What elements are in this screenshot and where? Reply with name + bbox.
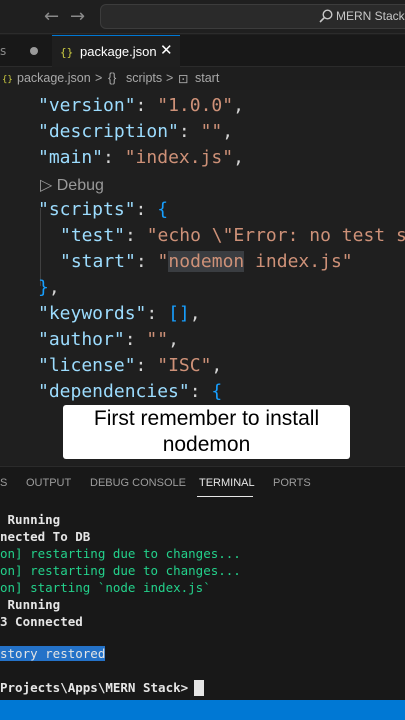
code-line-main: "main": "index.js", [38, 147, 244, 168]
bottom-panel: S OUTPUT DEBUG CONSOLE TERMINAL PORTS Ru… [0, 466, 405, 700]
history-restored-label: story restored [0, 646, 106, 661]
tab-output[interactable]: OUTPUT [26, 477, 71, 489]
json-file-icon: {} [60, 46, 73, 59]
terminal-line: on] restarting due to changes... [0, 563, 241, 578]
tab-debug-console[interactable]: DEBUG CONSOLE [90, 477, 186, 489]
debug-codelens[interactable]: ▷ Debug [40, 175, 104, 195]
tab-package-json[interactable]: {} package.json ✕ [52, 35, 180, 67]
code-content: "version": "1.0.0", "description": "", "… [0, 90, 405, 402]
tab-previous-label: s [0, 44, 7, 58]
selection-highlight: nodemon [168, 251, 245, 272]
caption-overlay: First remember to install nodemon [63, 405, 350, 459]
terminal-cursor [194, 680, 204, 696]
json-file-icon: {} [2, 75, 13, 84]
code-line-keywords: "keywords": [], [38, 303, 201, 324]
code-line-start: "start": "nodemon index.js" [60, 251, 353, 272]
code-line-description: "description": "", [38, 121, 234, 142]
code-line-close: }, [38, 277, 60, 298]
terminal-line: Running [0, 512, 61, 527]
breadcrumb-file[interactable]: package.json [17, 71, 91, 85]
search-text: MERN Stack [336, 9, 405, 23]
code-line-license: "license": "ISC", [38, 355, 223, 376]
code-line-scripts: "scripts": { [38, 199, 169, 220]
terminal-prompt[interactable]: Projects\Apps\MERN Stack> [0, 680, 196, 695]
title-bar: ← → MERN Stack [0, 0, 405, 34]
back-arrow-icon[interactable]: ← [44, 6, 59, 27]
code-line-dependencies: "dependencies": { [38, 381, 223, 402]
search-icon [319, 9, 333, 23]
terminal-line: nected To DB [0, 529, 91, 544]
close-icon[interactable]: ✕ [160, 41, 173, 59]
forward-arrow-icon[interactable]: → [70, 6, 85, 27]
terminal-line: Running [0, 597, 61, 612]
tab-ports[interactable]: PORTS [273, 477, 311, 489]
status-bar [0, 700, 405, 720]
unsaved-dot-icon [30, 47, 38, 55]
code-line-version: "version": "1.0.0", [38, 95, 244, 116]
svg-text:{}: {} [2, 75, 13, 84]
caption-line-1: First remember to install [93, 407, 320, 430]
breadcrumb-start[interactable]: start [195, 71, 219, 85]
tab-terminal[interactable]: TERMINAL [199, 477, 255, 489]
braces-icon: {} [108, 71, 117, 85]
breadcrumb-separator: > [95, 71, 103, 85]
tab-problems[interactable]: S [0, 477, 7, 489]
caption-line-2: nodemon [162, 433, 251, 456]
editor-tab-bar: s {} package.json ✕ [0, 35, 405, 67]
property-icon: ⊡ [178, 72, 189, 86]
code-line-test: "test": "echo \"Error: no test s [60, 225, 405, 246]
breadcrumb: {} package.json > {} scripts > ⊡ start [0, 68, 405, 90]
active-tab-indicator [197, 496, 253, 497]
tab-previous[interactable]: s [0, 35, 50, 67]
terminal-line: 3 Connected [0, 614, 83, 629]
terminal-line: on] starting `node index.js` [0, 580, 211, 595]
tab-label: package.json [80, 44, 157, 59]
terminal-line: on] restarting due to changes... [0, 546, 241, 561]
code-line-author: "author": "", [38, 329, 179, 350]
svg-text:{}: {} [60, 46, 73, 59]
breadcrumb-scripts[interactable]: scripts [126, 71, 162, 85]
breadcrumb-separator: > [166, 71, 174, 85]
